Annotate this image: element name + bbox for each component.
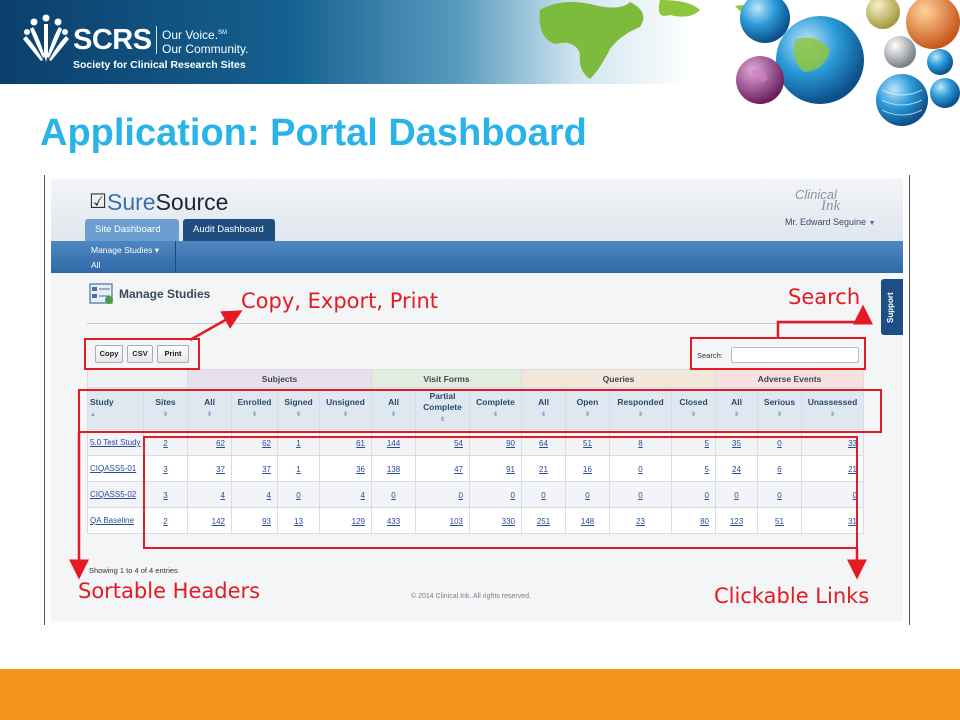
group-header-adverse-events: Adverse Events: [715, 369, 864, 388]
study-link[interactable]: CIQASS5-02: [90, 490, 136, 499]
study-link[interactable]: QA Baseline: [90, 516, 134, 525]
annotation-box-buttons: [84, 338, 200, 370]
annotation-sortable-headers: Sortable Headers: [78, 579, 261, 603]
group-header-subjects: Subjects: [187, 369, 372, 388]
annotation-box-links: [143, 436, 858, 549]
annotation-clickable-links: Clickable Links: [714, 584, 870, 608]
slide-title: Application: Portal Dashboard: [40, 112, 587, 154]
annotation-box-headers: [78, 389, 882, 433]
brand-part-sure: Sure: [107, 189, 156, 215]
annotation-search: Search: [788, 285, 861, 309]
service-mark: SM: [218, 30, 228, 36]
group-header-blank: [87, 369, 188, 388]
suresource-logo: SureSource: [107, 189, 228, 216]
study-link[interactable]: 5.0 Test Study: [90, 438, 141, 447]
logo-divider: [156, 26, 157, 54]
annotation-copy-export-print: Copy, Export, Print: [241, 289, 439, 313]
nav-manage-studies-menu[interactable]: Manage Studies ▾: [91, 245, 159, 256]
study-link[interactable]: CIQASS5-01: [90, 464, 136, 473]
entries-info: Showing 1 to 4 of 4 entries: [89, 566, 178, 575]
user-name: Mr. Edward Seguine: [785, 217, 867, 227]
table-cell-study: QA Baseline: [87, 507, 144, 534]
group-header-queries: Queries: [521, 369, 716, 388]
table-cell-study: 5.0 Test Study: [87, 429, 144, 456]
nav-all-item[interactable]: All: [91, 260, 100, 270]
scrs-subtitle: Society for Clinical Research Sites: [73, 59, 246, 71]
copyright: © 2014 Clinical Ink. All rights reserved…: [411, 593, 531, 600]
app-header: ☑ SureSource Clinical Ink Mr. Edward Segu…: [51, 179, 903, 241]
page-title: Manage Studies: [119, 287, 211, 301]
nav-divider: [175, 241, 176, 273]
clinical-logo-ink: Ink: [821, 198, 841, 214]
brand-part-source: Source: [155, 189, 229, 215]
tagline-line-2: Our Community.: [162, 42, 249, 56]
scrs-tagline: Our Voice.SM Our Community.: [162, 26, 248, 56]
table-cell-study: CIQASS5-02: [87, 481, 144, 508]
user-menu[interactable]: Mr. Edward Seguine ▼: [785, 217, 876, 227]
clinical-ink-logo: Clinical Ink: [795, 187, 840, 215]
scrs-logo-icon: [23, 14, 69, 62]
support-tab[interactable]: Support: [881, 279, 903, 335]
footer-bar: [0, 669, 960, 720]
checkbox-logo-icon: ☑: [89, 189, 107, 213]
table-cell-study: CIQASS5-01: [87, 455, 144, 482]
tagline-line-1: Our Voice.: [162, 28, 219, 42]
manage-studies-icon: [89, 283, 113, 304]
chevron-down-icon: ▼: [868, 220, 876, 227]
group-header-row: Subjects Visit Forms Queries Adverse Eve…: [87, 369, 864, 388]
tab-site-dashboard[interactable]: Site Dashboard: [85, 219, 179, 241]
divider: [87, 323, 869, 324]
nav-bar: Manage Studies ▾ All: [51, 241, 903, 273]
group-header-visit-forms: Visit Forms: [371, 369, 522, 388]
scrs-wordmark: SCRS: [73, 24, 152, 56]
support-label: Support: [886, 292, 895, 323]
tab-audit-dashboard[interactable]: Audit Dashboard: [183, 219, 275, 241]
annotation-box-search: [690, 337, 866, 370]
